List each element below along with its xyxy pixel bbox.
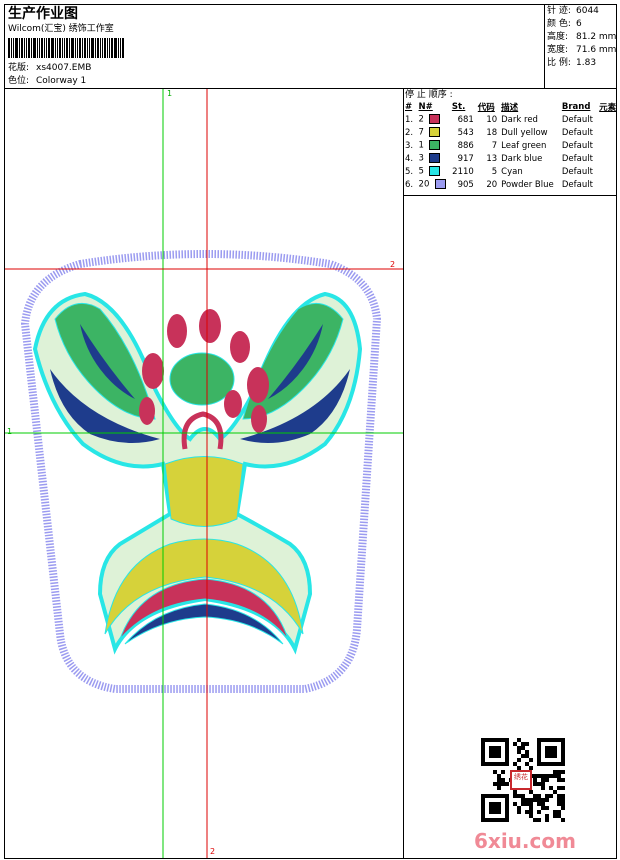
row-brand: Default [561,179,593,190]
row-needle: 2 [417,113,450,126]
colorway-value: Colorway 1 [36,76,87,86]
row-description: Dark blue [501,153,543,164]
row-stitches: 2110 [452,166,474,177]
thread-row: 1. 2 681 10 Dark red Default [403,113,620,126]
row-needle: 20 [417,178,450,191]
row-element [597,126,620,139]
neck-yellow [164,456,244,527]
row-stitches: 905 [457,179,474,190]
stop-sequence-title: 停 止 顺序 : [405,90,453,100]
stat-colors-label: 颜 色: [547,19,571,29]
row-index: 4. [405,153,414,164]
red-petal [251,405,267,433]
row-code: 5 [491,166,498,177]
row-stitches: 917 [457,153,474,164]
thread-row: 6. 20 905 20 Powder Blue Default [403,178,620,191]
watermark-logo: 6xiu.com [474,829,576,853]
col-brand: Brand [561,102,591,112]
col-stitches: St. [451,102,466,112]
row-brand: Default [561,127,593,138]
design-label: 花版: [8,63,30,73]
row-element [597,165,620,178]
row-needle: 1 [417,139,450,152]
stat-width-value: 71.6 mm [576,45,617,55]
col-code: 代码 [477,103,495,113]
stat-colors-value: 6 [576,19,582,29]
stat-scale-label: 比 例: [547,58,571,68]
row-needle: 7 [417,126,450,139]
stat-width-label: 宽度: [547,45,569,55]
row-index: 6. [405,179,414,190]
col-needle: N# [418,102,433,112]
row-stitches: 886 [457,140,474,151]
red-petal [167,314,187,348]
row-brand: Default [561,166,593,177]
row-brand: Default [561,153,593,164]
guide-label-bottom-red: 2 [210,847,216,856]
color-swatch [429,166,441,177]
row-description: Leaf green [501,140,547,151]
row-stitches: 543 [457,127,474,138]
row-code: 7 [491,140,498,151]
design-value: xs4007.EMB [36,63,92,73]
row-element [597,139,620,152]
col-index: # [405,102,413,112]
row-description: Powder Blue [501,179,554,190]
row-description: Cyan [501,166,523,177]
color-swatch [429,153,441,164]
guide-label-right-red: 2 [390,260,396,269]
row-needle: 3 [417,152,450,165]
stat-stitches-value: 6044 [576,6,599,16]
red-seal: 绣花 [510,770,532,790]
color-swatch [429,127,441,138]
red-petal [199,309,221,343]
row-element [597,113,620,126]
studio-subtitle: Wilcom(汇宝) 绣饰工作室 [8,24,114,34]
row-brand: Default [561,140,593,151]
stat-scale-value: 1.83 [576,58,597,68]
row-index: 2. [405,127,414,138]
thread-row: 2. 7 543 18 Dull yellow Default [403,126,620,139]
red-petal [142,353,164,389]
color-swatch [429,140,441,151]
crown-green [169,352,235,406]
red-petal [139,397,155,425]
col-element: 元素 [599,103,617,113]
guide-label-left-green: 1 [7,427,13,436]
row-brand: Default [561,114,593,125]
row-needle: 5 [417,165,450,178]
thread-row: 4. 3 917 13 Dark blue Default [403,152,620,165]
table-divider [403,195,617,196]
row-code: 18 [486,127,498,138]
red-petal [247,367,269,403]
color-swatch [434,179,446,190]
red-petal [224,390,242,418]
row-element [597,152,620,165]
thread-row: 3. 1 886 7 Leaf green Default [403,139,620,152]
color-swatch [429,114,441,125]
thread-row: 5. 5 2110 5 Cyan Default [403,165,620,178]
row-index: 5. [405,166,414,177]
barcode [8,38,125,58]
seal-text: 绣花 [514,773,528,781]
red-petal [230,331,250,363]
embroidery-preview [5,89,403,858]
colorway-label: 色位: [8,76,30,86]
thread-table: # N# St. 代码 描述 Brand 元素 1. 2 681 10 Dark re… [403,101,620,191]
row-description: Dark red [501,114,538,125]
row-index: 3. [405,140,414,151]
row-code: 10 [486,114,498,125]
guide-label-top-green: 1 [167,89,173,98]
stat-height-value: 81.2 mm [576,32,617,42]
row-element [597,178,620,191]
row-code: 13 [486,153,498,164]
col-description: 描述 [501,103,519,113]
row-code: 20 [486,179,498,190]
page-title: 生产作业图 [8,6,78,22]
stat-stitches-label: 针 迹: [547,6,571,16]
row-description: Dull yellow [501,127,548,138]
stat-height-label: 高度: [547,32,569,42]
row-index: 1. [405,114,414,125]
row-stitches: 681 [457,114,474,125]
